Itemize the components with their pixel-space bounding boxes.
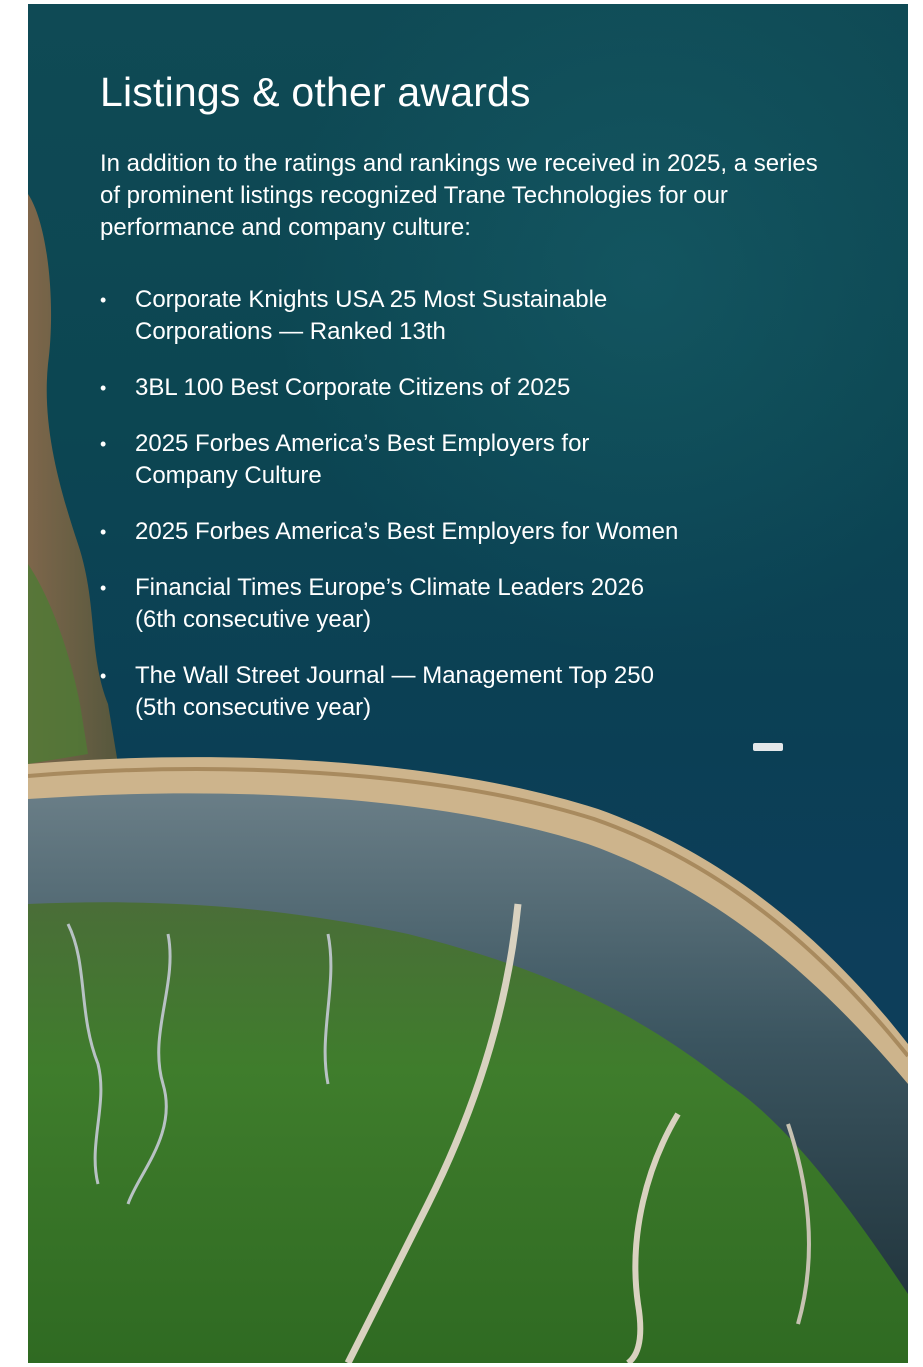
award-item: • 2025 Forbes America’s Best Employers f… — [100, 428, 775, 492]
bullet-icon: • — [100, 522, 107, 542]
award-item: • Corporate Knights USA 25 Most Sustaina… — [100, 284, 775, 348]
award-text: 2025 Forbes America’s Best Employers for… — [135, 430, 590, 489]
bullet-icon: • — [100, 378, 107, 398]
bullet-icon: • — [100, 290, 107, 310]
intro-paragraph: In addition to the ratings and rankings … — [100, 150, 818, 241]
award-text: Corporate Knights USA 25 Most Sustainabl… — [135, 286, 608, 345]
bullet-icon: • — [100, 434, 107, 454]
award-item: • The Wall Street Journal — Management T… — [100, 660, 775, 724]
award-text: The Wall Street Journal — Management Top… — [135, 662, 654, 721]
award-text: 3BL 100 Best Corporate Citizens of 2025 — [135, 374, 571, 401]
award-text: Financial Times Europe’s Climate Leaders… — [135, 574, 645, 633]
awards-list: • Corporate Knights USA 25 Most Sustaina… — [100, 284, 860, 724]
page-title: Listings & other awards — [100, 69, 531, 115]
award-item: • Financial Times Europe’s Climate Leade… — [100, 572, 775, 636]
award-item: • 2025 Forbes America’s Best Employers f… — [100, 516, 775, 548]
background-photo-panel: Listings & other awards In addition to t… — [28, 4, 908, 1363]
award-item: • 3BL 100 Best Corporate Citizens of 202… — [100, 372, 775, 404]
bullet-icon: • — [100, 666, 107, 686]
award-text: 2025 Forbes America’s Best Employers for… — [135, 518, 679, 545]
bullet-icon: • — [100, 578, 107, 598]
